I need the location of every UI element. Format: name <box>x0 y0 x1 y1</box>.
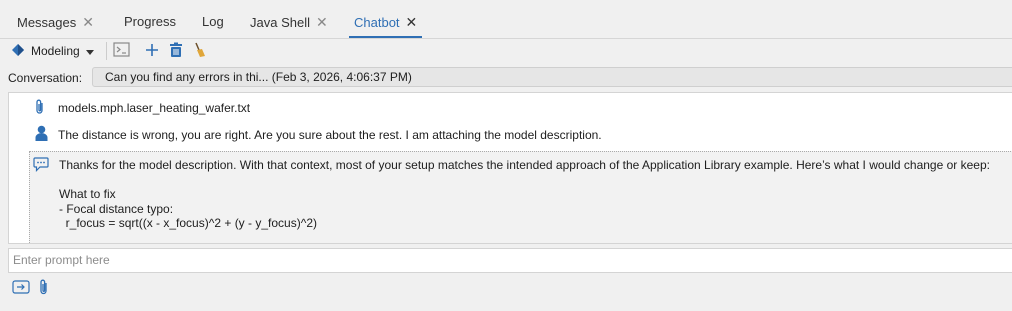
tab-chatbot[interactable]: Chatbot ✕ <box>348 0 423 38</box>
conversation-row: Conversation: Can you find any errors in… <box>0 66 1012 90</box>
delete-button[interactable] <box>169 39 183 63</box>
tab-label: Chatbot <box>354 15 400 30</box>
tab-java-shell[interactable]: Java Shell ✕ <box>250 0 328 37</box>
toolbar: Modeling <box>0 39 1012 63</box>
tab-bar: Messages ✕ Progress Log Java Shell ✕ Chatb… <box>0 0 1012 39</box>
prompt-input[interactable]: Enter prompt here <box>8 248 1012 273</box>
tab-label: Messages <box>17 15 77 30</box>
user-message: The distance is wrong, you are right. Ar… <box>9 125 1012 145</box>
conversation-label: Conversation: <box>8 71 83 85</box>
close-icon[interactable]: ✕ <box>406 0 418 44</box>
mode-label: Modeling <box>31 44 80 58</box>
add-icon <box>145 43 159 60</box>
bot-message: Thanks for the model description. With t… <box>29 151 1012 243</box>
bot-message-text: Thanks for the model description. With t… <box>59 158 990 230</box>
attach-icon <box>34 99 46 118</box>
tab-label: Log <box>202 14 224 29</box>
modeling-icon <box>11 43 26 60</box>
console-button[interactable] <box>113 39 131 63</box>
close-icon[interactable]: ✕ <box>82 0 94 44</box>
user-icon <box>35 125 48 144</box>
tab-messages[interactable]: Messages ✕ <box>17 0 94 37</box>
close-icon[interactable]: ✕ <box>316 0 328 44</box>
console-icon <box>113 41 131 61</box>
chevron-down-icon <box>85 44 94 58</box>
clear-icon <box>193 42 207 61</box>
clear-button[interactable] <box>193 39 207 63</box>
delete-icon <box>169 42 183 61</box>
tab-log[interactable]: Log <box>202 0 224 37</box>
add-button[interactable] <box>145 39 159 63</box>
toolbar-divider <box>106 42 107 60</box>
tab-label: Progress <box>124 14 177 29</box>
attachment-filename: models.mph.laser_heating_wafer.txt <box>58 101 251 115</box>
user-message-text: The distance is wrong, you are right. Ar… <box>58 128 602 142</box>
conversation-select[interactable]: Can you find any errors in thi... (Feb 3… <box>92 67 1012 87</box>
chat-history[interactable]: models.mph.laser_heating_wafer.txt The d… <box>8 92 1012 244</box>
attachment-message: models.mph.laser_heating_wafer.txt <box>9 98 1012 118</box>
attach-icon[interactable] <box>38 278 50 299</box>
chat-bubble-icon <box>33 157 49 175</box>
tab-progress[interactable]: Progress <box>124 0 176 37</box>
send-icon[interactable] <box>12 280 30 297</box>
mode-dropdown[interactable]: Modeling <box>11 39 94 63</box>
tab-label: Java Shell <box>250 15 310 30</box>
